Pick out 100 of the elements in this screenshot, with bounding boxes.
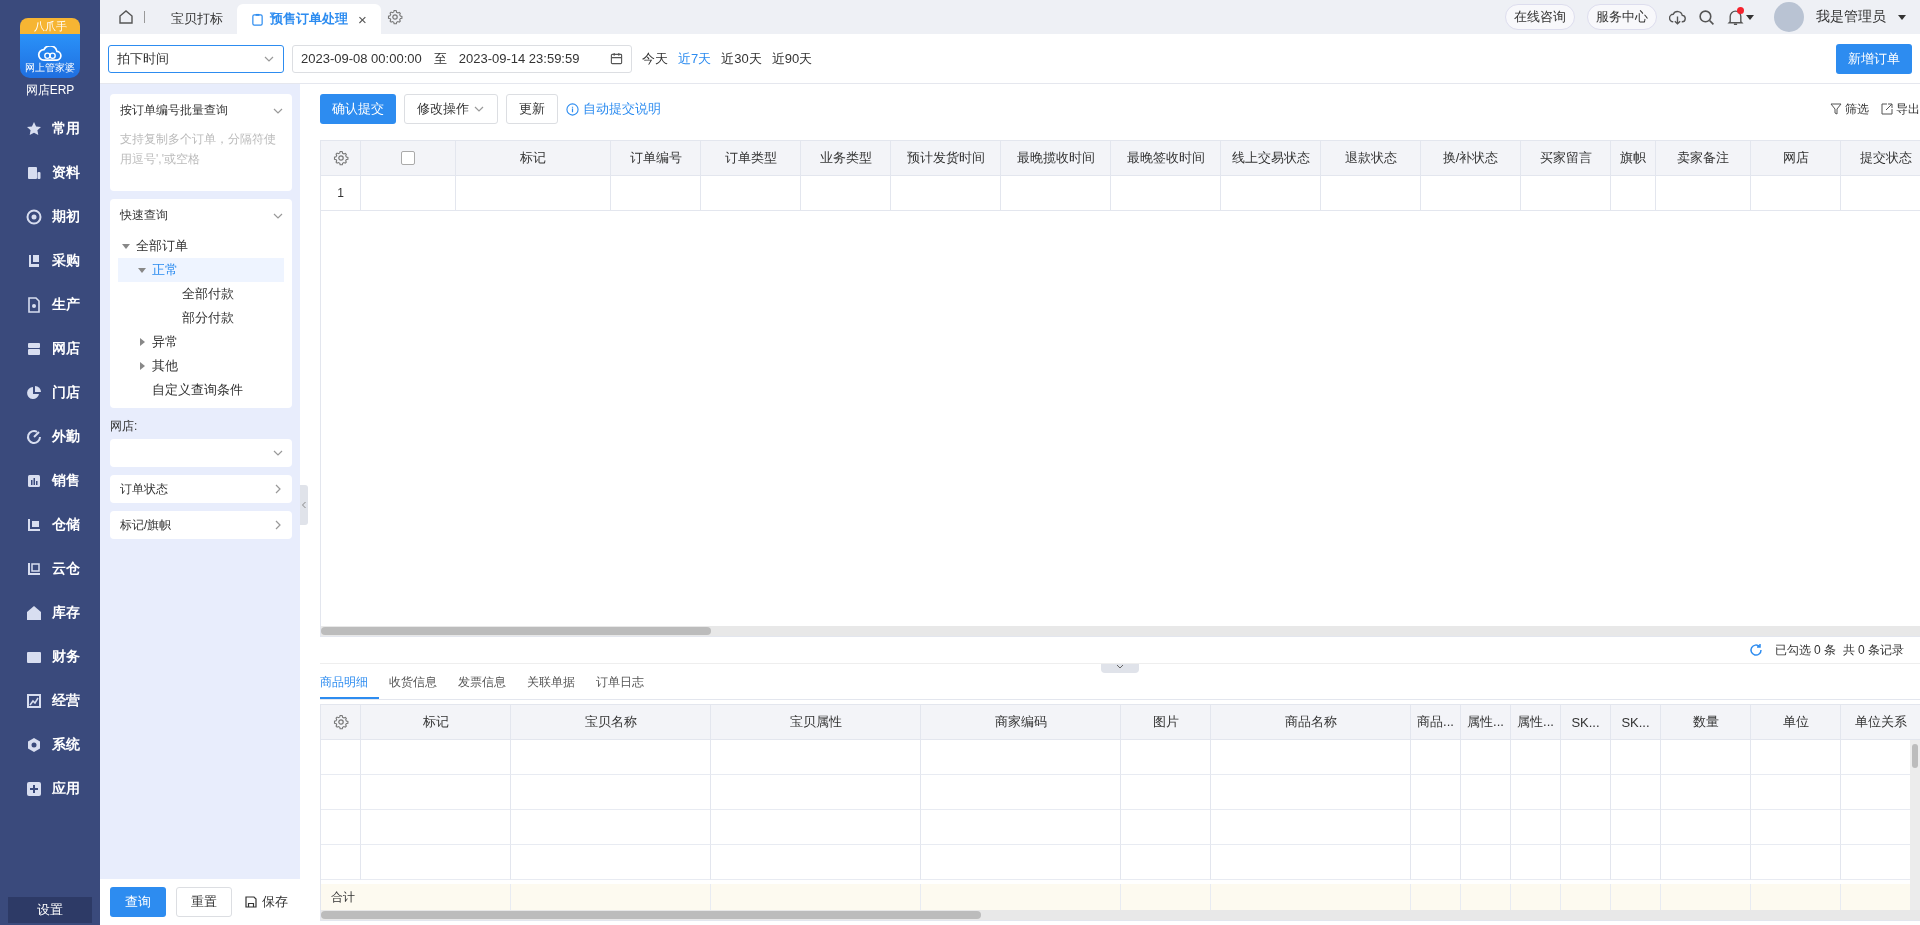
tree-item[interactable]: 全部订单 [118, 234, 284, 258]
vertical-scrollbar[interactable] [1910, 740, 1920, 910]
modify-dropdown[interactable]: 修改操作 [404, 94, 498, 124]
close-icon[interactable]: × [358, 10, 367, 28]
collapse-handle[interactable] [1101, 664, 1139, 673]
column-header[interactable]: 单位 [1751, 705, 1841, 740]
column-header[interactable]: 线上交易状态 [1221, 141, 1321, 176]
tree-item[interactable]: 全部付款 [118, 282, 284, 306]
column-header[interactable]: 换/补状态 [1421, 141, 1521, 176]
date-shortcut[interactable]: 近30天 [721, 49, 762, 68]
notification-button[interactable] [1727, 8, 1754, 26]
nav-item[interactable]: 经营 [0, 679, 100, 723]
date-shortcut[interactable]: 近90天 [771, 49, 813, 68]
home-icon[interactable] [118, 9, 134, 25]
column-header[interactable]: 卖家备注 [1656, 141, 1751, 176]
column-header[interactable]: 订单类型 [701, 141, 801, 176]
user-name[interactable]: 我是管理员 [1816, 8, 1886, 26]
column-header[interactable]: 商品名称 [1211, 705, 1411, 740]
header-button[interactable]: 在线咨询 [1505, 4, 1575, 30]
horizontal-scrollbar[interactable] [321, 626, 1920, 636]
detail-tab[interactable]: 发票信息 [458, 674, 517, 699]
tree-item[interactable]: 自定义查询条件 [118, 378, 284, 402]
nav-item[interactable]: 外勤 [0, 415, 100, 459]
caret-right-icon[interactable] [138, 362, 146, 370]
column-header[interactable]: 单位关系 [1841, 705, 1920, 740]
column-header[interactable]: 订单编号 [611, 141, 701, 176]
nav-item[interactable]: 应用 [0, 767, 100, 811]
caret-right-icon[interactable] [138, 338, 146, 346]
nav-item[interactable]: 生产 [0, 283, 100, 327]
column-header[interactable]: 图片 [1121, 705, 1211, 740]
column-header[interactable]: 旗帜 [1611, 141, 1656, 176]
settings-icon[interactable] [332, 714, 349, 730]
nav-item[interactable]: 期初 [0, 195, 100, 239]
column-header[interactable]: 预计发货时间 [891, 141, 1001, 176]
column-header[interactable]: 最晚签收时间 [1111, 141, 1221, 176]
nav-item[interactable]: 云仓 [0, 547, 100, 591]
column-header[interactable]: 提交状态 [1841, 141, 1920, 176]
search-icon[interactable] [1698, 8, 1715, 26]
collapse-handle[interactable] [300, 484, 308, 525]
date-type-select[interactable]: 拍下时间 [108, 44, 284, 73]
tree-item[interactable]: 异常 [118, 330, 284, 354]
detail-tab[interactable]: 商品明细 [320, 674, 379, 699]
refresh-button[interactable]: 更新 [506, 94, 558, 124]
column-header[interactable]: 标记 [361, 705, 511, 740]
tree-item[interactable]: 部分付款 [118, 306, 284, 330]
panel-header[interactable]: 快速查询 [110, 199, 292, 226]
column-header[interactable]: 宝贝名称 [511, 705, 711, 740]
pie-chart-icon [26, 385, 42, 401]
column-header[interactable]: 宝贝属性 [711, 705, 921, 740]
page-tab[interactable]: 预售订单处理 × [237, 4, 381, 34]
column-header[interactable]: 商家编码 [921, 705, 1121, 740]
page-tab[interactable]: 宝贝打标 [157, 4, 237, 34]
help-link[interactable]: 自动提交说明 [566, 100, 661, 118]
refresh-icon[interactable] [1748, 643, 1763, 657]
nav-item[interactable]: 系统 [0, 723, 100, 767]
panel-header[interactable]: 按订单编号批量查询 [110, 94, 292, 121]
column-header[interactable]: SK... [1561, 705, 1611, 740]
cloud-download-icon[interactable] [1669, 8, 1686, 26]
date-shortcut[interactable]: 今天 [642, 49, 668, 68]
detail-tab[interactable]: 订单日志 [596, 674, 655, 699]
date-shortcut[interactable]: 近7天 [678, 49, 712, 68]
date-range-field[interactable]: 2023-09-08 00:00:00 至 2023-09-14 23:59:59 [292, 44, 632, 73]
select-all-checkbox[interactable] [401, 151, 415, 165]
nav-item[interactable]: 库存 [0, 591, 100, 635]
nav-item[interactable]: 网店 [0, 327, 100, 371]
column-header[interactable]: 网店 [1751, 141, 1841, 176]
filter-section[interactable]: 订单状态 [110, 475, 292, 503]
column-header[interactable]: 属性... [1511, 705, 1561, 740]
column-header[interactable]: 业务类型 [801, 141, 891, 176]
detail-tab[interactable]: 收货信息 [389, 674, 448, 699]
order-number-field[interactable]: 支持复制多个订单，分隔符使用逗号','或空格 [110, 121, 292, 191]
filter-section[interactable]: 标记/旗帜 [110, 511, 292, 539]
column-header[interactable]: 属性... [1461, 705, 1511, 740]
horizontal-scrollbar[interactable] [321, 910, 1920, 920]
column-header[interactable]: SK... [1611, 705, 1661, 740]
nav-label: 常用 [52, 120, 80, 138]
detail-tab[interactable]: 关联单据 [527, 674, 586, 699]
header-button[interactable]: 服务中心 [1587, 4, 1657, 30]
nav-item[interactable]: 常用 [0, 107, 100, 151]
column-header[interactable]: 退款状态 [1321, 141, 1421, 176]
caret-down-icon[interactable] [1898, 13, 1906, 21]
nav-item[interactable]: 财务 [0, 635, 100, 679]
nav-item[interactable]: 采购 [0, 239, 100, 283]
column-header[interactable]: 标记 [456, 141, 611, 176]
column-header[interactable]: 最晚揽收时间 [1001, 141, 1111, 176]
settings-icon[interactable] [386, 9, 403, 25]
column-header[interactable]: 商品... [1411, 705, 1461, 740]
avatar[interactable] [1774, 2, 1804, 32]
column-header[interactable]: 买家留言 [1521, 141, 1611, 176]
nav-item[interactable]: 仓储 [0, 503, 100, 547]
export-button[interactable]: 导出 [1881, 100, 1920, 118]
nav-item[interactable]: 门店 [0, 371, 100, 415]
filter-button[interactable]: 筛选 [1830, 100, 1869, 118]
tree-item[interactable]: 其他 [118, 354, 284, 378]
settings-icon[interactable] [332, 150, 349, 166]
nav-item[interactable]: 销售 [0, 459, 100, 503]
settings-button[interactable]: 设置 [8, 897, 92, 923]
reset-button[interactable]: 重置 [176, 887, 232, 917]
nav-item[interactable]: 资料 [0, 151, 100, 195]
column-header[interactable]: 数量 [1661, 705, 1751, 740]
